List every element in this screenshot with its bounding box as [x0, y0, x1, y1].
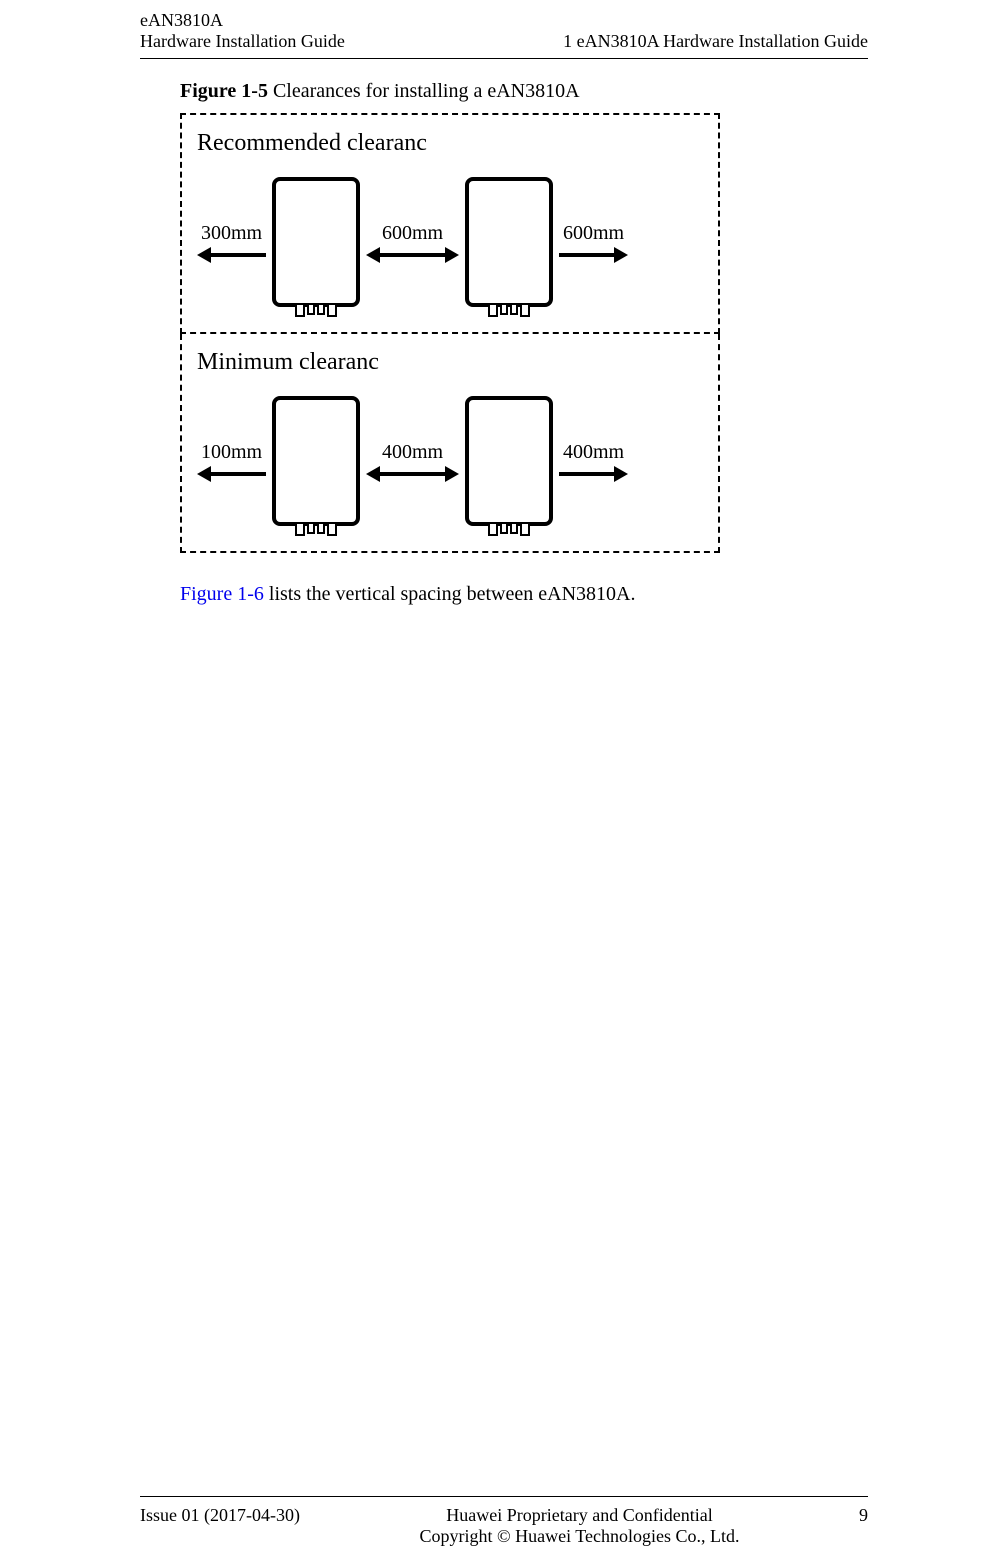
- port-icon: [510, 524, 518, 534]
- minimum-title: Minimum clearanc: [197, 349, 703, 376]
- figure-label-bold: Figure 1-5: [180, 80, 268, 102]
- product-name-text: eAN3810A: [140, 10, 345, 31]
- arrow-line: [211, 472, 266, 476]
- arrow-right: [559, 247, 628, 263]
- dim-left-group: 100mm: [197, 441, 266, 482]
- dim-left-label: 100mm: [201, 441, 262, 464]
- arrow-line: [211, 253, 266, 257]
- header-right: 1 eAN3810A Hardware Installation Guide: [563, 31, 868, 52]
- arrow-head-left-icon: [197, 466, 211, 482]
- footer-center: Huawei Proprietary and Confidential Copy…: [300, 1505, 859, 1547]
- port-icon: [500, 305, 508, 315]
- footer-rule: [140, 1496, 868, 1497]
- main-content: Figure 1-5 Clearances for installing a e…: [180, 80, 868, 606]
- dim-right-group: 400mm: [559, 441, 628, 482]
- device-icon: [465, 396, 553, 526]
- arrow-head-right-icon: [614, 247, 628, 263]
- figure-label-rest: Clearances for installing a eAN3810A: [268, 80, 580, 102]
- dim-right-label: 600mm: [563, 222, 624, 245]
- dim-left-label: 300mm: [201, 222, 262, 245]
- arrow-head-right-icon: [445, 247, 459, 263]
- arrow-left: [197, 247, 266, 263]
- port-icon: [327, 305, 337, 317]
- figure-caption: Figure 1-5 Clearances for installing a e…: [180, 80, 868, 103]
- footer-row: Issue 01 (2017-04-30) Huawei Proprietary…: [140, 1505, 868, 1547]
- port-icon: [295, 524, 305, 536]
- arrow-line: [559, 472, 614, 476]
- port-icon: [510, 305, 518, 315]
- body-text: Figure 1-6 lists the vertical spacing be…: [180, 583, 868, 606]
- port-icon: [307, 305, 315, 315]
- header-left: eAN3810A Hardware Installation Guide: [140, 10, 345, 52]
- arrow-right: [559, 466, 628, 482]
- diagram-wrapper: Recommended clearanc 300mm: [180, 113, 868, 553]
- dim-middle-group: 600mm: [366, 222, 459, 263]
- minimum-clearance-section: Minimum clearanc 100mm: [180, 334, 720, 553]
- dim-right-group: 600mm: [559, 222, 628, 263]
- issue-text: Issue 01 (2017-04-30): [140, 1505, 300, 1526]
- arrow-double: [366, 466, 459, 482]
- device-ports: [295, 305, 337, 317]
- arrow-head-left-icon: [197, 247, 211, 263]
- device-ports: [488, 524, 530, 536]
- port-icon: [520, 524, 530, 536]
- arrow-double: [366, 247, 459, 263]
- minimum-row: 100mm 400mm: [197, 391, 703, 531]
- dim-left-group: 300mm: [197, 222, 266, 263]
- port-icon: [317, 305, 325, 315]
- dim-middle-group: 400mm: [366, 441, 459, 482]
- arrow-line: [380, 472, 445, 476]
- doc-title-text: Hardware Installation Guide: [140, 31, 345, 52]
- port-icon: [317, 524, 325, 534]
- arrow-head-right-icon: [445, 466, 459, 482]
- arrow-head-right-icon: [614, 466, 628, 482]
- page-number: 9: [859, 1505, 868, 1526]
- section-title-text: 1 eAN3810A Hardware Installation Guide: [563, 31, 868, 52]
- recommended-clearance-section: Recommended clearanc 300mm: [180, 113, 720, 334]
- dim-middle-label: 400mm: [382, 441, 443, 464]
- figure-cross-reference-link[interactable]: Figure 1-6: [180, 583, 264, 605]
- confidential-text: Huawei Proprietary and Confidential: [300, 1505, 859, 1526]
- recommended-row: 300mm 600mm: [197, 172, 703, 312]
- page-footer: Issue 01 (2017-04-30) Huawei Proprietary…: [0, 1496, 1008, 1547]
- port-icon: [327, 524, 337, 536]
- port-icon: [500, 524, 508, 534]
- port-icon: [307, 524, 315, 534]
- recommended-title: Recommended clearanc: [197, 130, 703, 157]
- device-icon: [465, 177, 553, 307]
- arrow-left: [197, 466, 266, 482]
- arrow-line: [559, 253, 614, 257]
- port-icon: [488, 524, 498, 536]
- dim-right-label: 400mm: [563, 441, 624, 464]
- port-icon: [295, 305, 305, 317]
- arrow-line: [380, 253, 445, 257]
- page-header: eAN3810A Hardware Installation Guide 1 e…: [0, 0, 1008, 57]
- arrow-head-left-icon: [366, 466, 380, 482]
- header-rule: [140, 58, 868, 59]
- arrow-head-left-icon: [366, 247, 380, 263]
- copyright-text: Copyright © Huawei Technologies Co., Ltd…: [300, 1526, 859, 1547]
- device-ports: [488, 305, 530, 317]
- port-icon: [488, 305, 498, 317]
- dim-middle-label: 600mm: [382, 222, 443, 245]
- device-icon: [272, 396, 360, 526]
- body-text-rest: lists the vertical spacing between eAN38…: [264, 583, 636, 605]
- port-icon: [520, 305, 530, 317]
- device-ports: [295, 524, 337, 536]
- device-icon: [272, 177, 360, 307]
